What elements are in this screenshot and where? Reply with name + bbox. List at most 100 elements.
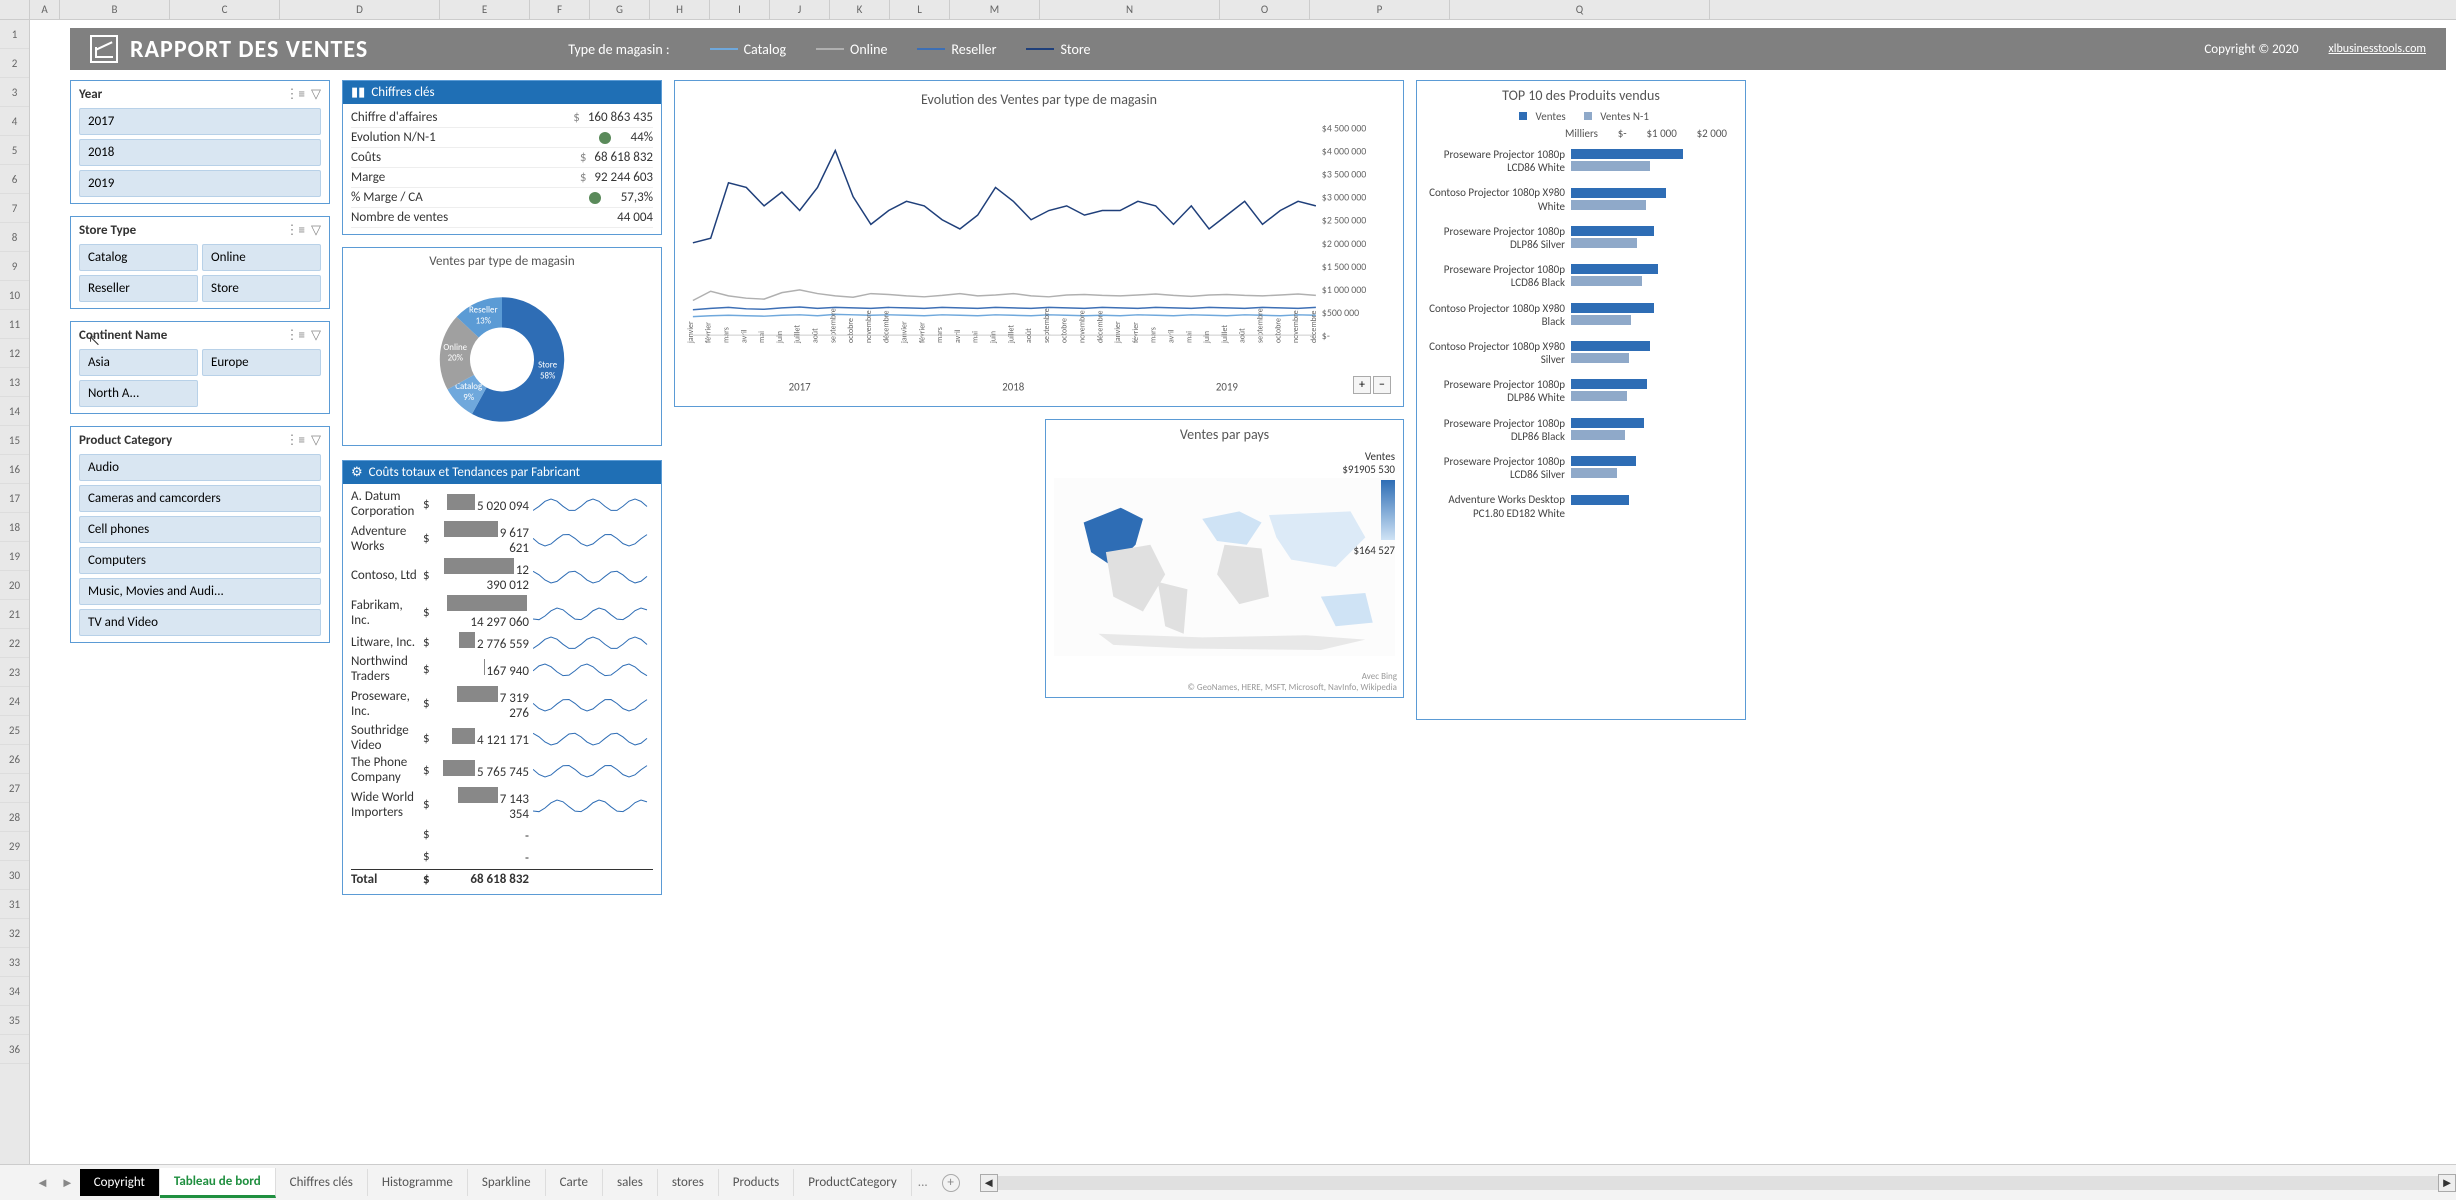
- tab-nav-next[interactable]: ►: [55, 1175, 80, 1191]
- legend-item: Store: [1026, 41, 1090, 58]
- slicer-option[interactable]: Online: [202, 244, 321, 271]
- svg-text:Reseller: Reseller: [469, 306, 498, 316]
- top10-tick: $2 000: [1697, 127, 1727, 140]
- svg-text:juin: juin: [1202, 331, 1212, 344]
- slicer-option[interactable]: Store: [202, 275, 321, 302]
- cost-row: Wide World Importers $ 7 143 354: [351, 786, 653, 823]
- sheet-tab[interactable]: Products: [719, 1169, 795, 1196]
- svg-text:2019: 2019: [1216, 380, 1239, 393]
- slicer-option[interactable]: 2019: [79, 170, 321, 197]
- tabs-more[interactable]: ...: [912, 1175, 934, 1190]
- sheet-tab[interactable]: stores: [658, 1169, 719, 1196]
- slicer-option[interactable]: Cell phones: [79, 516, 321, 543]
- top10-row: Proseware Projector 1080p LCD86 Black: [1425, 263, 1737, 289]
- donut-chart: Store58%Catalog9%Online20%Reseller13%: [412, 275, 592, 435]
- svg-text:$2 000 000: $2 000 000: [1322, 238, 1367, 250]
- hscroll-right[interactable]: ►: [2438, 1174, 2456, 1192]
- clear-filter-icon[interactable]: ▽: [311, 223, 321, 238]
- svg-text:$4 500 000: $4 500 000: [1322, 122, 1367, 134]
- svg-text:octobre: octobre: [1060, 318, 1070, 343]
- costs-title: Coûts totaux et Tendances par Fabricant: [369, 465, 580, 480]
- clear-filter-icon[interactable]: ▽: [311, 433, 321, 448]
- zoom-out-button[interactable]: −: [1373, 376, 1391, 394]
- slicer-continent: Continent Name ⋮≡ ▽ AsiaEuropeNorth A...: [70, 321, 330, 414]
- slicer-product-category: Product Category ⋮≡ ▽ Audio Cameras and ca…: [70, 426, 330, 643]
- svg-text:mai: mai: [757, 331, 767, 343]
- row-numbers: 1234567891011121314151617181920212223242…: [0, 20, 30, 1164]
- multiselect-icon[interactable]: ⋮≡: [286, 223, 305, 238]
- map-legend-max: $91905 530: [1342, 463, 1395, 476]
- top10-legend: Ventes Ventes N-1: [1425, 110, 1737, 123]
- costs-panel: ⚙ Coûts totaux et Tendances par Fabricant…: [342, 460, 662, 895]
- svg-text:Catalog: Catalog: [455, 382, 483, 392]
- hscroll-left[interactable]: ◄: [980, 1174, 998, 1192]
- slicer-option[interactable]: TV and Video: [79, 609, 321, 636]
- svg-text:septembre: septembre: [1255, 308, 1265, 343]
- sheet-tab[interactable]: Chiffres clés: [276, 1169, 368, 1196]
- cost-row: $ -: [351, 823, 653, 845]
- slicer-store-type: Store Type ⋮≡▽ CatalogOnlineResellerStor…: [70, 216, 330, 309]
- clear-filter-icon[interactable]: ▽: [311, 328, 321, 343]
- sheet-tab[interactable]: ProductCategory: [794, 1169, 912, 1196]
- map-legend: Ventes $91905 530 $164 527: [1342, 450, 1395, 557]
- svg-text:janvier: janvier: [686, 321, 696, 344]
- slicer-option[interactable]: Music, Movies and Audi...: [79, 578, 321, 605]
- column-headers: ABCDEFGHIJKLMNOPQ: [0, 0, 2456, 20]
- sheet-tab[interactable]: Histogramme: [368, 1169, 468, 1196]
- gear-icon: ⚙: [351, 465, 363, 480]
- clear-filter-icon[interactable]: ▽: [311, 87, 321, 102]
- svg-text:janvier: janvier: [1113, 321, 1123, 344]
- multiselect-icon[interactable]: ⋮≡: [286, 87, 305, 102]
- svg-text:novembre: novembre: [1291, 310, 1301, 343]
- legend-item: Online: [816, 41, 887, 58]
- cost-row: Fabrikam, Inc. $ 14 297 060: [351, 594, 653, 631]
- key-figures-panel: ▮▮Chiffres clés Chiffre d'affaires $160 …: [342, 80, 662, 235]
- svg-text:décembre: décembre: [1309, 311, 1319, 343]
- top10-row: Contoso Projector 1080p X980 Silver: [1425, 340, 1737, 366]
- copyright-text: Copyright © 2020: [2204, 42, 2298, 57]
- hscroll-track[interactable]: [998, 1176, 2438, 1190]
- svg-text:juillet: juillet: [1006, 325, 1016, 344]
- top10-title: TOP 10 des Produits vendus: [1425, 87, 1737, 104]
- svg-text:$3 500 000: $3 500 000: [1322, 169, 1367, 181]
- slicer-option[interactable]: Europe: [202, 349, 321, 376]
- top10-row: Contoso Projector 1080p X980 Black: [1425, 302, 1737, 328]
- slicer-option[interactable]: Computers: [79, 547, 321, 574]
- multiselect-icon[interactable]: ⋮≡: [286, 433, 305, 448]
- slicer-option[interactable]: Catalog: [79, 244, 198, 271]
- sheet-tab[interactable]: Carte: [546, 1169, 603, 1196]
- line-chart: $4 500 000$4 000 000$3 500 000$3 000 000…: [683, 116, 1395, 396]
- slicer-option[interactable]: 2017: [79, 108, 321, 135]
- slicer-option[interactable]: Asia: [79, 349, 198, 376]
- svg-text:58%: 58%: [540, 371, 556, 381]
- map-legend-min: $164 527: [1342, 544, 1395, 557]
- sheet-tab[interactable]: Copyright: [80, 1169, 160, 1196]
- multiselect-icon[interactable]: ⋮≡: [286, 328, 305, 343]
- slicer-continent-title: Continent Name: [79, 328, 167, 343]
- slicer-option[interactable]: Reseller: [79, 275, 198, 302]
- slicer-option[interactable]: 2018: [79, 139, 321, 166]
- slicer-option[interactable]: Audio: [79, 454, 321, 481]
- top10-panel: TOP 10 des Produits vendus Ventes Ventes…: [1416, 80, 1746, 720]
- svg-text:février: février: [1131, 322, 1141, 343]
- key-figures-title: Chiffres clés: [371, 85, 434, 100]
- svg-text:septembre: septembre: [828, 308, 838, 343]
- sheet-tab[interactable]: sales: [603, 1169, 658, 1196]
- donut-chart-panel: Ventes par type de magasin Store58%Catal…: [342, 247, 662, 446]
- donut-title: Ventes par type de magasin: [351, 254, 653, 269]
- key-figure-row: Nombre de ventes 44 004: [351, 208, 653, 228]
- svg-text:$1 500 000: $1 500 000: [1322, 261, 1367, 273]
- svg-text:$1 000 000: $1 000 000: [1322, 284, 1367, 296]
- slicer-option[interactable]: Cameras and camcorders: [79, 485, 321, 512]
- zoom-in-button[interactable]: +: [1353, 376, 1371, 394]
- currency-symbol: $: [423, 872, 435, 887]
- line-chart-panel: Evolution des Ventes par type de magasin…: [674, 80, 1404, 407]
- add-sheet-button[interactable]: +: [942, 1174, 960, 1192]
- slicer-option[interactable]: North A...: [79, 380, 198, 407]
- slicer-productcat-title: Product Category: [79, 433, 172, 448]
- sheet-tab[interactable]: Tableau de bord: [160, 1168, 276, 1198]
- tab-nav-prev[interactable]: ◄: [30, 1175, 55, 1191]
- website-link[interactable]: xlbusinesstools.com: [2329, 42, 2426, 56]
- svg-text:2018: 2018: [1002, 380, 1025, 393]
- sheet-tab[interactable]: Sparkline: [468, 1169, 546, 1196]
